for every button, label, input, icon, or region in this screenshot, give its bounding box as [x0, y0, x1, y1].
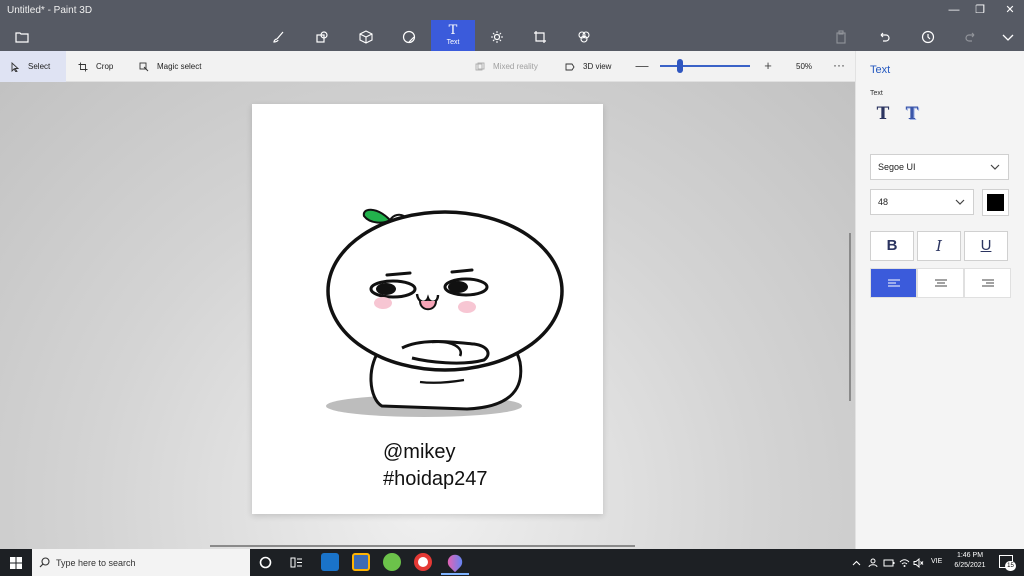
text-color-swatch	[987, 194, 1004, 211]
vertical-scrollbar[interactable]	[849, 233, 851, 401]
chevron-down-icon	[955, 199, 965, 205]
taskbar-clock[interactable]: 1:46 PM 6/25/2021	[946, 551, 994, 571]
font-size-dropdown[interactable]: 48	[870, 189, 974, 215]
effects-icon[interactable]	[475, 22, 519, 51]
canvas-text-handle[interactable]: @mikey	[383, 441, 456, 464]
align-left-button[interactable]	[870, 268, 917, 298]
stickers-icon[interactable]	[387, 22, 431, 51]
battery-icon[interactable]	[883, 558, 895, 568]
language-indicator[interactable]: VIE	[931, 558, 942, 565]
2d-text-button[interactable]: T	[872, 104, 894, 126]
3d-view-icon	[565, 63, 575, 70]
align-center-button[interactable]	[917, 268, 964, 298]
magic-select-button[interactable]: Magic select	[129, 51, 211, 82]
volume-icon[interactable]	[913, 558, 924, 568]
2d-shapes-icon[interactable]	[300, 22, 344, 51]
more-options-button[interactable]: ···	[833, 58, 845, 72]
mixed-reality-label: Mixed reality	[493, 62, 538, 71]
zoom-slider[interactable]	[660, 65, 750, 67]
crop-button[interactable]: Crop	[68, 51, 123, 82]
3d-text-button[interactable]: T	[901, 104, 923, 126]
mixed-reality-button[interactable]: Mixed reality	[465, 51, 548, 82]
clock-time: 1:46 PM	[956, 552, 984, 559]
magic-select-icon	[139, 62, 149, 71]
text-icon: T	[448, 23, 458, 38]
font-size-value: 48	[878, 197, 889, 207]
align-center-icon	[934, 279, 947, 287]
notification-badge: 15	[1005, 561, 1016, 571]
zoom-slider-thumb[interactable]	[676, 59, 683, 73]
zoom-in-button[interactable]: +	[761, 59, 775, 73]
bold-button[interactable]: B	[870, 231, 914, 261]
search-placeholder: Type here to search	[56, 557, 136, 568]
panel-section-label: Text	[870, 90, 883, 97]
text-tool-label: Text	[446, 39, 460, 46]
select-label: Select	[28, 62, 51, 71]
taskbar-search-input[interactable]: Type here to search	[32, 549, 250, 576]
expand-icon[interactable]	[986, 22, 1024, 51]
paste-icon[interactable]	[819, 22, 863, 51]
open-menu-icon[interactable]	[0, 22, 44, 51]
cortana-icon[interactable]	[259, 556, 272, 569]
font-family-dropdown[interactable]: Segoe UI	[870, 154, 1009, 180]
text-color-picker[interactable]	[982, 189, 1009, 216]
action-center-icon[interactable]: 15	[999, 555, 1016, 571]
align-right-button[interactable]	[964, 268, 1011, 298]
3d-library-icon[interactable]	[562, 22, 606, 51]
italic-button[interactable]: I	[917, 231, 961, 261]
zoom-out-button[interactable]: —	[635, 59, 649, 73]
search-icon	[39, 557, 50, 568]
mail-app-icon[interactable]	[321, 553, 339, 571]
close-icon[interactable]: ✕	[995, 2, 1024, 18]
crop-icon	[78, 62, 88, 71]
people-icon[interactable]	[868, 558, 878, 568]
chrome-app-icon[interactable]	[414, 553, 432, 571]
3d-shapes-icon[interactable]	[344, 22, 388, 51]
text-tool-button[interactable]: T Text	[431, 20, 475, 51]
restore-icon[interactable]: ❐	[965, 2, 995, 18]
3d-view-button[interactable]: 3D view	[555, 51, 621, 82]
zoom-value[interactable]: 50%	[796, 62, 812, 71]
brushes-icon[interactable]	[257, 22, 301, 51]
crop-label: Crop	[96, 62, 114, 71]
history-icon[interactable]	[906, 22, 950, 51]
windows-start-icon[interactable]	[10, 557, 22, 569]
active-app-indicator	[441, 573, 469, 575]
window-title: Untitled* - Paint 3D	[7, 5, 93, 16]
3d-view-label: 3D view	[583, 62, 612, 71]
magic-select-label: Magic select	[157, 62, 202, 71]
store-app-icon[interactable]	[352, 553, 370, 571]
font-family-value: Segoe UI	[878, 162, 916, 172]
chevron-up-icon[interactable]	[852, 559, 861, 568]
select-button[interactable]: Select	[0, 51, 66, 82]
cursor-icon	[11, 61, 20, 72]
horizontal-scrollbar[interactable]	[210, 545, 635, 547]
mixed-reality-icon	[475, 62, 485, 70]
underline-button[interactable]: U	[964, 231, 1008, 261]
align-left-icon	[887, 279, 900, 287]
wifi-icon[interactable]	[899, 558, 910, 568]
canvas-icon[interactable]	[518, 22, 562, 51]
align-right-icon	[981, 279, 994, 287]
canvas-text-hashtag[interactable]: #hoidap247	[383, 468, 488, 491]
clock-date: 6/25/2021	[954, 562, 986, 569]
chevron-down-icon	[990, 164, 1000, 170]
title-bar: Untitled* - Paint 3D — ❐ ✕ T Text	[0, 0, 1024, 51]
browser-app-icon[interactable]	[383, 553, 401, 571]
task-view-icon[interactable]	[290, 556, 303, 569]
undo-icon[interactable]	[862, 22, 906, 51]
panel-title: Text	[870, 64, 891, 76]
